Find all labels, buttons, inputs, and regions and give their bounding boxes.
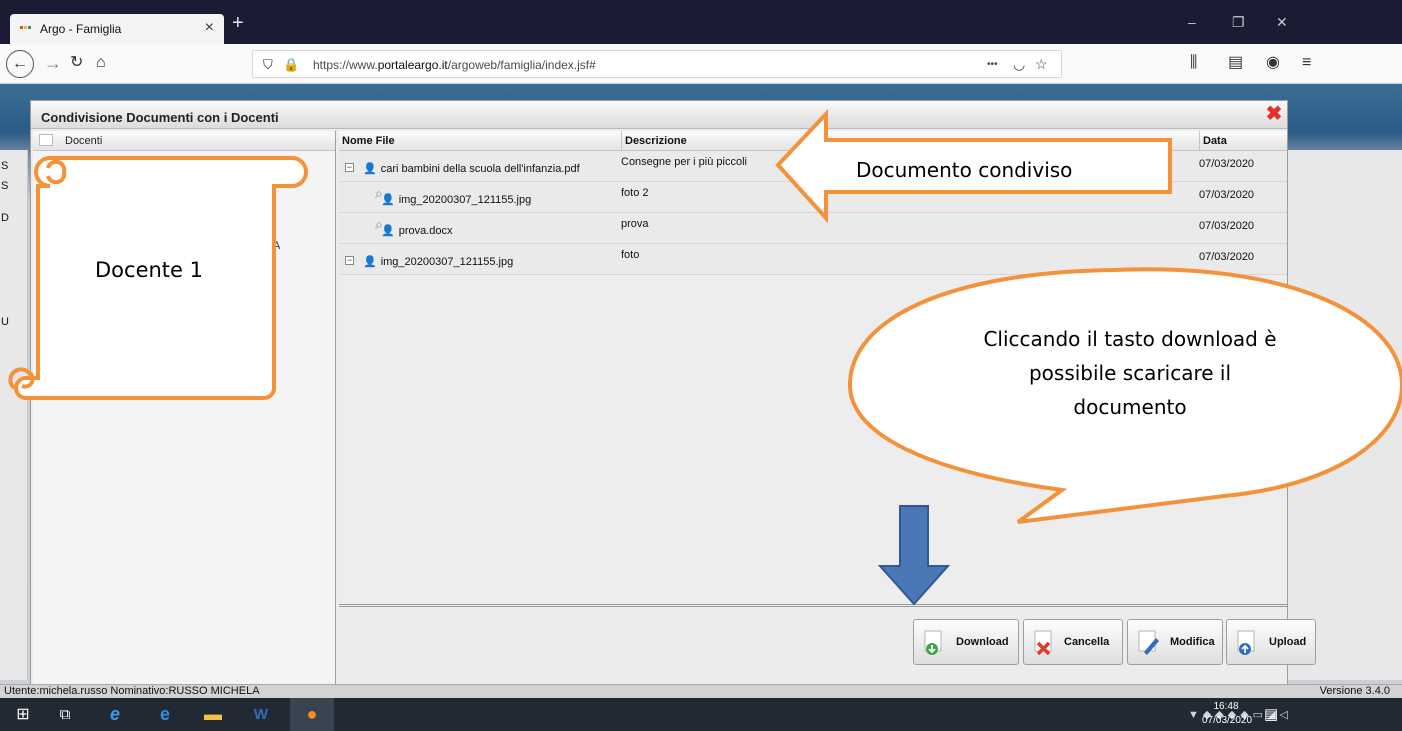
down-arrow-annotation bbox=[877, 505, 951, 606]
bubble-annotation-text: Cliccando il tasto download è possibile … bbox=[983, 327, 1277, 419]
scroll-annotation-label: Docente 1 bbox=[95, 258, 203, 282]
arrow-annotation-label: Documento condiviso bbox=[856, 158, 1073, 182]
